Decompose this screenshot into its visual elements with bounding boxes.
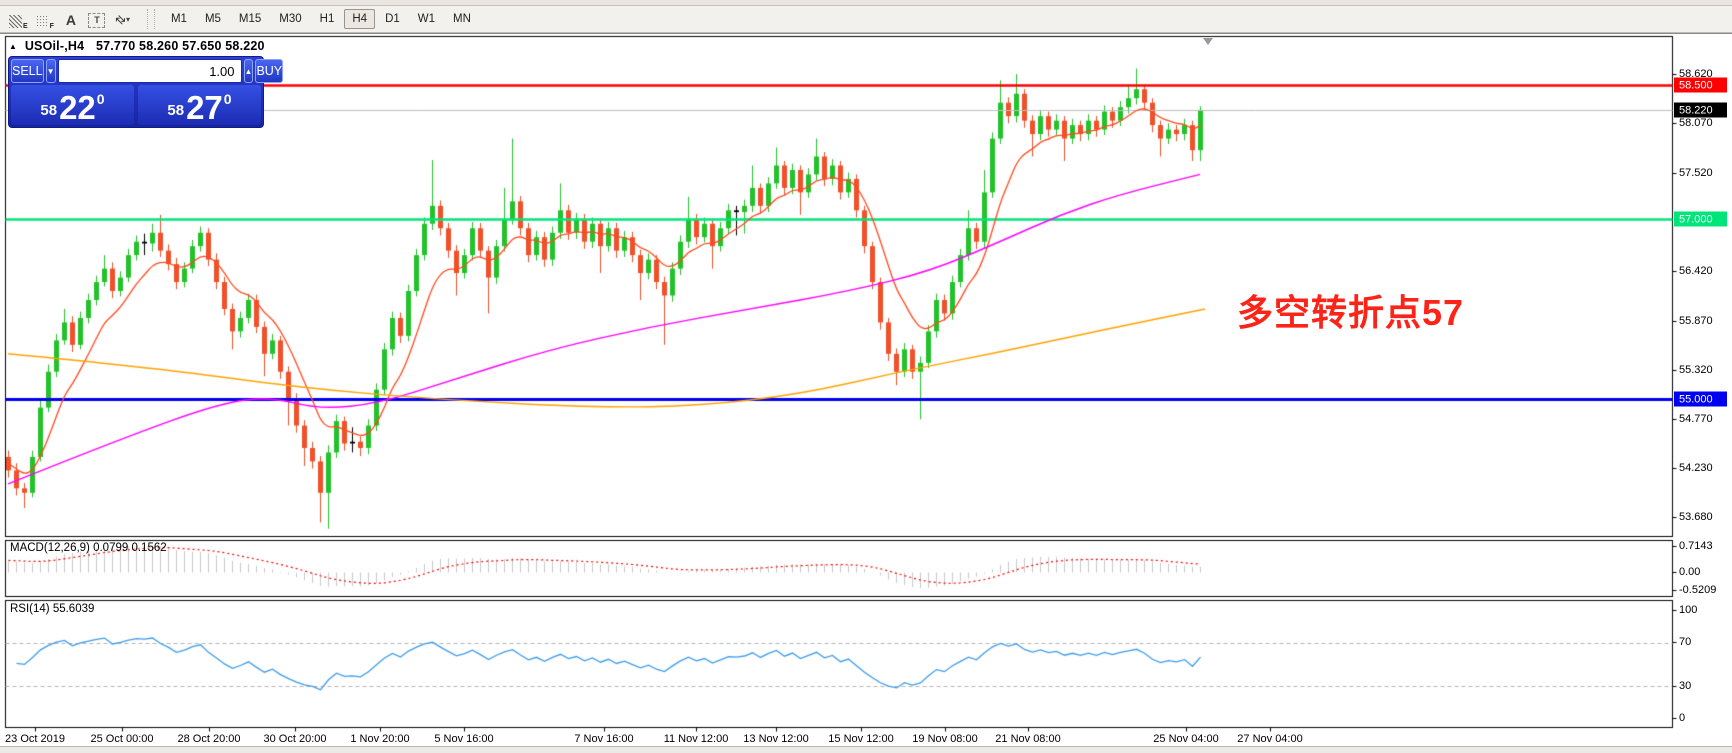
time-axis-label: 19 Nov 08:00 [912, 733, 977, 745]
one-click-trading-panel: SELL ▼ ▲ BUY 58 22 0 58 27 0 [8, 56, 264, 128]
ask-price-superscript: 0 [224, 91, 232, 107]
bid-price-prefix: 58 [40, 102, 57, 119]
sell-button[interactable]: SELL [11, 59, 44, 83]
ask-price-big-digits: 27 [186, 94, 223, 122]
time-axis-label: 5 Nov 16:00 [434, 733, 493, 745]
bid-price-big-digits: 22 [59, 94, 96, 122]
price-axis-tick-label: 57.520 [1679, 167, 1713, 179]
time-axis-label: 30 Oct 20:00 [264, 733, 327, 745]
time-axis-label: 11 Nov 12:00 [664, 733, 729, 745]
price-axis-tick-label: 55.870 [1679, 315, 1713, 327]
chart-text-annotation: 多空转折点57 [1237, 284, 1464, 336]
ask-price-tile[interactable]: 58 27 0 [138, 85, 261, 125]
volume-input[interactable] [58, 59, 242, 83]
time-axis-label: 23 Oct 2019 [5, 733, 65, 745]
volume-decrease-button[interactable]: ▼ [46, 59, 56, 83]
ask-price-prefix: 58 [167, 102, 184, 119]
collapse-triangle-icon[interactable]: ▲ [9, 42, 17, 51]
rsi-axis-tick-label: 100 [1679, 604, 1697, 616]
chart-title: ▲ USOil-,H4 57.770 58.260 57.650 58.220 [9, 39, 265, 53]
buy-button[interactable]: BUY [255, 59, 283, 83]
price-axis-tick-label: 58.070 [1679, 117, 1713, 129]
macd-indicator-label: MACD(12,26,9) 0.0799 0.1562 [10, 542, 167, 554]
time-axis-label: 13 Nov 12:00 [743, 733, 808, 745]
volume-increase-button[interactable]: ▲ [244, 59, 254, 83]
symbol-period-label: USOil-,H4 [25, 39, 84, 53]
time-axis-label: 21 Nov 08:00 [995, 733, 1060, 745]
time-axis-label: 7 Nov 16:00 [574, 733, 633, 745]
time-axis-label: 15 Nov 12:00 [828, 733, 893, 745]
time-axis-label: 25 Nov 04:00 [1153, 733, 1218, 745]
price-axis-tick-label: 53.680 [1679, 511, 1713, 523]
trade-panel-prices-row: 58 22 0 58 27 0 [11, 85, 261, 125]
price-axis-badge: 58.500 [1674, 78, 1727, 93]
rsi-axis-tick-label: 70 [1679, 636, 1691, 648]
price-axis-badge: 58.220 [1674, 103, 1727, 118]
macd-axis-tick-label: 0.7143 [1679, 540, 1713, 552]
rsi-axis-tick-label: 0 [1679, 712, 1685, 724]
price-axis-tick-label: 56.420 [1679, 265, 1713, 277]
macd-axis-tick-label: -0.5209 [1679, 584, 1716, 596]
time-axis-label: 28 Oct 20:00 [178, 733, 241, 745]
ohlc-values-label: 57.770 58.260 57.650 58.220 [96, 39, 265, 53]
price-axis-badge: 55.000 [1674, 392, 1727, 407]
price-axis-tick-label: 54.230 [1679, 462, 1713, 474]
rsi-indicator-label: RSI(14) 55.6039 [10, 603, 94, 615]
price-axis-badge: 57.000 [1674, 212, 1727, 227]
rsi-axis-tick-label: 30 [1679, 680, 1691, 692]
macd-axis-tick-label: 0.00 [1679, 566, 1700, 578]
time-axis-label: 1 Nov 20:00 [350, 733, 409, 745]
bid-price-tile[interactable]: 58 22 0 [11, 85, 134, 125]
trade-panel-controls-row: SELL ▼ ▲ BUY [11, 59, 261, 83]
bid-price-superscript: 0 [97, 91, 105, 107]
price-axis-tick-label: 54.770 [1679, 413, 1713, 425]
time-axis-label: 25 Oct 00:00 [91, 733, 154, 745]
price-axis-tick-label: 55.320 [1679, 364, 1713, 376]
chart-shift-marker-icon[interactable] [1203, 38, 1213, 45]
time-axis-label: 27 Nov 04:00 [1237, 733, 1302, 745]
